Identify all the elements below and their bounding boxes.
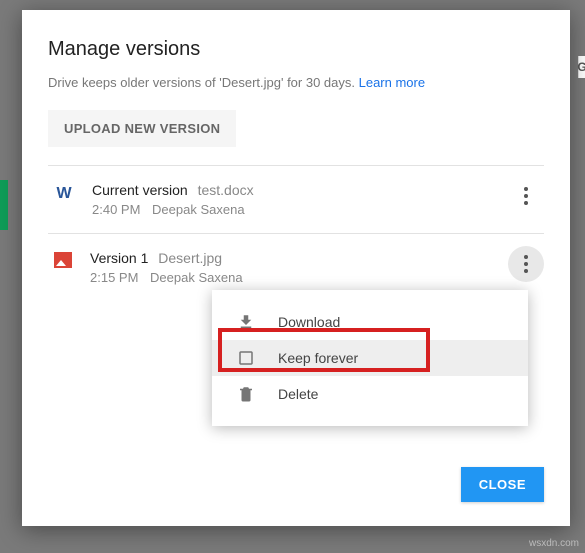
- menu-item-label: Download: [278, 314, 340, 330]
- upload-new-version-button[interactable]: UPLOAD NEW VERSION: [48, 110, 236, 147]
- dialog-title: Manage versions: [48, 38, 544, 61]
- version-info: Version 1 Desert.jpg 2:15 PM Deepak Saxe…: [90, 250, 538, 285]
- menu-item-label: Delete: [278, 386, 318, 402]
- version-info: Current version test.docx 2:40 PM Deepak…: [92, 182, 538, 217]
- menu-item-keep-forever[interactable]: Keep forever: [212, 340, 528, 376]
- background-accent: [0, 180, 8, 230]
- background-google-edge: G: [578, 56, 585, 78]
- learn-more-link[interactable]: Learn more: [359, 75, 425, 90]
- checkbox-outline-icon: [236, 348, 256, 368]
- subtitle-text: Drive keeps older versions of 'Desert.jp…: [48, 75, 359, 90]
- version-author: Deepak Saxena: [150, 270, 243, 285]
- version-author: Deepak Saxena: [152, 202, 245, 217]
- version-meta-line: 2:40 PM Deepak Saxena: [92, 202, 538, 217]
- version-row: W Current version test.docx 2:40 PM Deep…: [48, 166, 544, 233]
- version-actions-menu: Download Keep forever Delete: [212, 290, 528, 426]
- more-actions-button[interactable]: [508, 178, 544, 214]
- dialog-subtitle: Drive keeps older versions of 'Desert.jp…: [48, 75, 544, 90]
- trash-icon: [236, 384, 256, 404]
- more-vertical-icon: [524, 187, 528, 205]
- version-filename: Desert.jpg: [158, 250, 222, 266]
- download-icon: [236, 312, 256, 332]
- version-label: Current version: [92, 182, 188, 198]
- menu-item-label: Keep forever: [278, 350, 358, 366]
- version-label: Version 1: [90, 250, 148, 266]
- version-title-line: Version 1 Desert.jpg: [90, 250, 538, 266]
- word-file-icon: W: [54, 184, 74, 204]
- image-file-icon: [54, 252, 72, 268]
- version-time: 2:15 PM: [90, 270, 138, 285]
- version-filename: test.docx: [198, 182, 254, 198]
- more-actions-button[interactable]: [508, 246, 544, 282]
- version-time: 2:40 PM: [92, 202, 140, 217]
- manage-versions-dialog: Manage versions Drive keeps older versio…: [22, 10, 570, 526]
- menu-item-delete[interactable]: Delete: [212, 376, 528, 412]
- version-meta-line: 2:15 PM Deepak Saxena: [90, 270, 538, 285]
- watermark-text: wsxdn.com: [529, 538, 579, 549]
- menu-item-download[interactable]: Download: [212, 304, 528, 340]
- version-title-line: Current version test.docx: [92, 182, 538, 198]
- close-button[interactable]: CLOSE: [461, 467, 544, 502]
- more-vertical-icon: [524, 255, 528, 273]
